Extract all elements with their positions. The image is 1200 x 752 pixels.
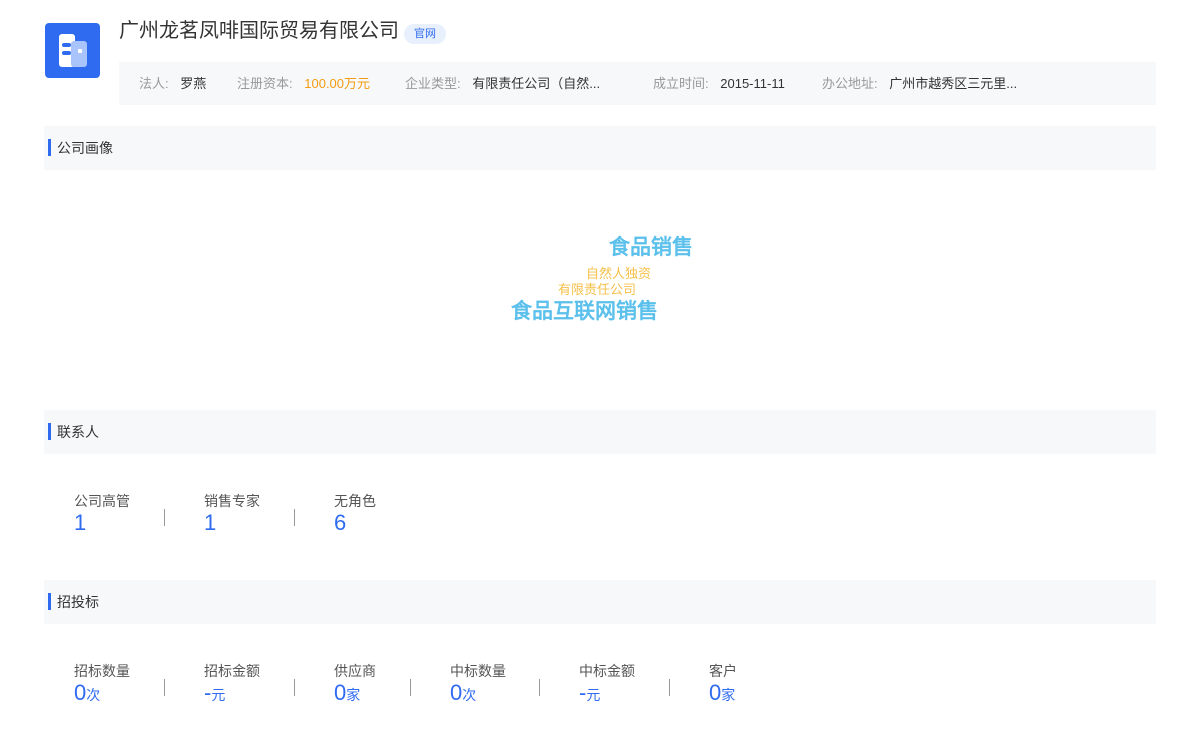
- stat-value: 0: [74, 680, 87, 705]
- stat-unit: 家: [721, 687, 736, 703]
- company-name: 广州龙茗凤啡国际贸易有限公司: [119, 20, 399, 42]
- stat-divider: [164, 679, 165, 696]
- legal-person-label: 法人:: [139, 76, 169, 91]
- stat-unit: 次: [462, 687, 477, 703]
- type-label: 企业类型:: [405, 76, 461, 91]
- stat-label: 客户: [709, 663, 737, 679]
- stat-unit: 元: [211, 687, 226, 703]
- legal-person-value[interactable]: 罗燕: [180, 76, 206, 91]
- stat-divider: [294, 509, 295, 526]
- building-icon: [59, 34, 87, 67]
- stat-value: 0: [334, 680, 347, 705]
- stat-label: 无角色: [334, 493, 376, 509]
- section-bidding-header: 招投标: [44, 580, 1156, 624]
- stat-label: 招标金额: [204, 663, 260, 679]
- stat-customers[interactable]: 客户 0家: [709, 662, 737, 706]
- type-value: 有限责任公司（自然...: [472, 76, 601, 91]
- stat-divider: [410, 679, 411, 696]
- stat-label: 中标金额: [579, 663, 635, 679]
- stat-divider: [294, 679, 295, 696]
- capital-label: 注册资本:: [237, 76, 293, 91]
- stat-executives[interactable]: 公司高管 1: [74, 492, 130, 536]
- stat-suppliers[interactable]: 供应商 0家: [334, 662, 376, 706]
- stat-label: 销售专家: [204, 493, 260, 509]
- tag-word-online-food-sales: 食品互联网销售: [511, 300, 658, 323]
- stat-label: 中标数量: [450, 663, 506, 679]
- official-site-badge[interactable]: 官网: [404, 24, 446, 44]
- stat-label: 公司高管: [74, 493, 130, 509]
- tag-word-food-sales: 食品销售: [609, 236, 693, 259]
- stat-value: 0: [709, 680, 722, 705]
- company-info-bar: 法人: 罗燕 注册资本: 100.00万元 企业类型: 有限责任公司（自然...…: [119, 62, 1156, 105]
- stat-sales-experts[interactable]: 销售专家 1: [204, 492, 260, 536]
- stat-value: 1: [74, 510, 87, 535]
- stat-divider: [539, 679, 540, 696]
- stat-unit: 次: [86, 687, 101, 703]
- company-type: 企业类型: 有限责任公司（自然...: [405, 62, 600, 105]
- stat-divider: [164, 509, 165, 526]
- section-portrait-header: 公司画像: [44, 126, 1156, 170]
- stat-no-role[interactable]: 无角色 6: [334, 492, 376, 536]
- stat-award-count[interactable]: 中标数量 0次: [450, 662, 506, 706]
- stat-unit: 元: [586, 687, 601, 703]
- company-logo: [45, 23, 100, 78]
- section-contacts-header: 联系人: [44, 410, 1156, 454]
- address-label: 办公地址:: [822, 76, 878, 91]
- stat-value: 0: [450, 680, 463, 705]
- stat-value: 6: [334, 510, 347, 535]
- stat-label: 招标数量: [74, 663, 130, 679]
- founded-date: 成立时间: 2015-11-11: [653, 62, 785, 105]
- stat-award-amount[interactable]: 中标金额 -元: [579, 662, 635, 706]
- founded-label: 成立时间:: [653, 76, 709, 91]
- office-address: 办公地址: 广州市越秀区三元里...: [822, 62, 1017, 105]
- capital-value: 100.00万元: [304, 76, 371, 91]
- section-accent-bar: [48, 423, 51, 440]
- legal-person: 法人: 罗燕: [139, 62, 206, 105]
- stat-value: 1: [204, 510, 217, 535]
- stat-tender-count[interactable]: 招标数量 0次: [74, 662, 130, 706]
- section-accent-bar: [48, 139, 51, 156]
- stat-tender-amount[interactable]: 招标金额 -元: [204, 662, 260, 706]
- stat-unit: 家: [346, 687, 361, 703]
- section-accent-bar: [48, 593, 51, 610]
- section-title: 招投标: [57, 594, 99, 610]
- address-value: 广州市越秀区三元里...: [889, 76, 1018, 91]
- stat-label: 供应商: [334, 663, 376, 679]
- founded-value: 2015-11-11: [720, 76, 785, 91]
- stat-divider: [669, 679, 670, 696]
- registered-capital: 注册资本: 100.00万元: [237, 62, 370, 105]
- section-title: 联系人: [57, 424, 99, 440]
- section-title: 公司画像: [57, 140, 113, 156]
